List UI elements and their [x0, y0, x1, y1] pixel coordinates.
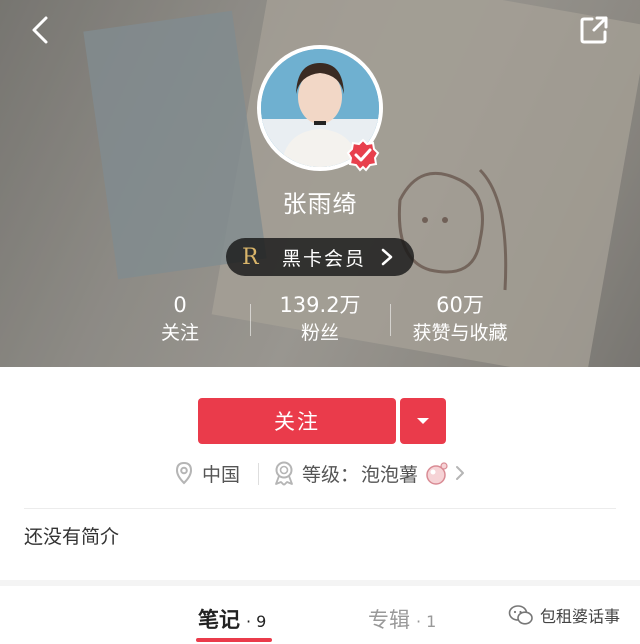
verified-icon [346, 138, 380, 172]
stat-following-value: 0 [173, 293, 187, 317]
level-bubble-icon [426, 462, 448, 485]
back-icon[interactable] [24, 12, 60, 48]
tab-albums[interactable]: 专辑 · 1 [368, 604, 436, 634]
level[interactable]: 等级： 泡泡薯 [272, 458, 466, 488]
follow-options-button[interactable] [400, 398, 446, 444]
dropdown-caret-icon [417, 418, 429, 424]
chevron-right-icon [381, 248, 393, 266]
stat-likes[interactable]: 60万 获赞与收藏 [398, 292, 522, 346]
profile-name: 张雨绮 [282, 190, 358, 218]
watermark-text: 包租婆话事 [540, 607, 621, 626]
follow-button[interactable]: 关注 [198, 398, 396, 444]
vip-badge[interactable]: R 黑卡会员 [226, 238, 414, 276]
level-badge-icon [275, 461, 293, 486]
stat-followers-label: 粉丝 [300, 322, 339, 344]
stat-likes-value: 60万 [436, 293, 484, 317]
stat-followers-value: 139.2万 [279, 293, 361, 317]
stat-following-label: 关注 [160, 322, 199, 344]
meta-divider [258, 463, 259, 485]
watermark: 包租婆话事 [508, 603, 620, 627]
share-icon[interactable] [576, 12, 612, 48]
tab-notes-label: 笔记 [198, 608, 240, 632]
vip-label: 黑卡会员 [282, 247, 367, 270]
location-text: 中国 [202, 463, 241, 486]
stat-likes-label: 获赞与收藏 [412, 322, 508, 344]
tab-notes[interactable]: 笔记 · 9 [198, 604, 266, 634]
bio-divider [24, 508, 616, 509]
profile-stats: 0 关注 139.2万 粉丝 60万 获赞与收藏 [0, 292, 640, 352]
tab-albums-label: 专辑 [368, 608, 410, 632]
stat-followers[interactable]: 139.2万 粉丝 [250, 292, 390, 346]
tab-albums-count: · 1 [416, 612, 437, 631]
vip-logo-icon: R [242, 244, 259, 270]
profile-meta: 中国 等级： 泡泡薯 [0, 458, 640, 488]
location: 中国 [174, 458, 240, 488]
location-pin-icon [175, 461, 193, 485]
profile-bio: 还没有简介 [24, 526, 120, 548]
chevron-right-icon [456, 466, 465, 480]
wechat-icon [508, 605, 533, 625]
profile-header: 张雨绮 R 黑卡会员 0 关注 139.2万 粉丝 60万 获赞与收藏 [0, 0, 640, 367]
stat-divider [390, 304, 391, 336]
stat-following[interactable]: 0 关注 [140, 292, 220, 346]
tab-notes-count: · 9 [246, 612, 267, 631]
level-label: 等级： [302, 463, 360, 486]
active-tab-indicator [196, 638, 272, 642]
level-value: 泡泡薯 [361, 463, 419, 486]
